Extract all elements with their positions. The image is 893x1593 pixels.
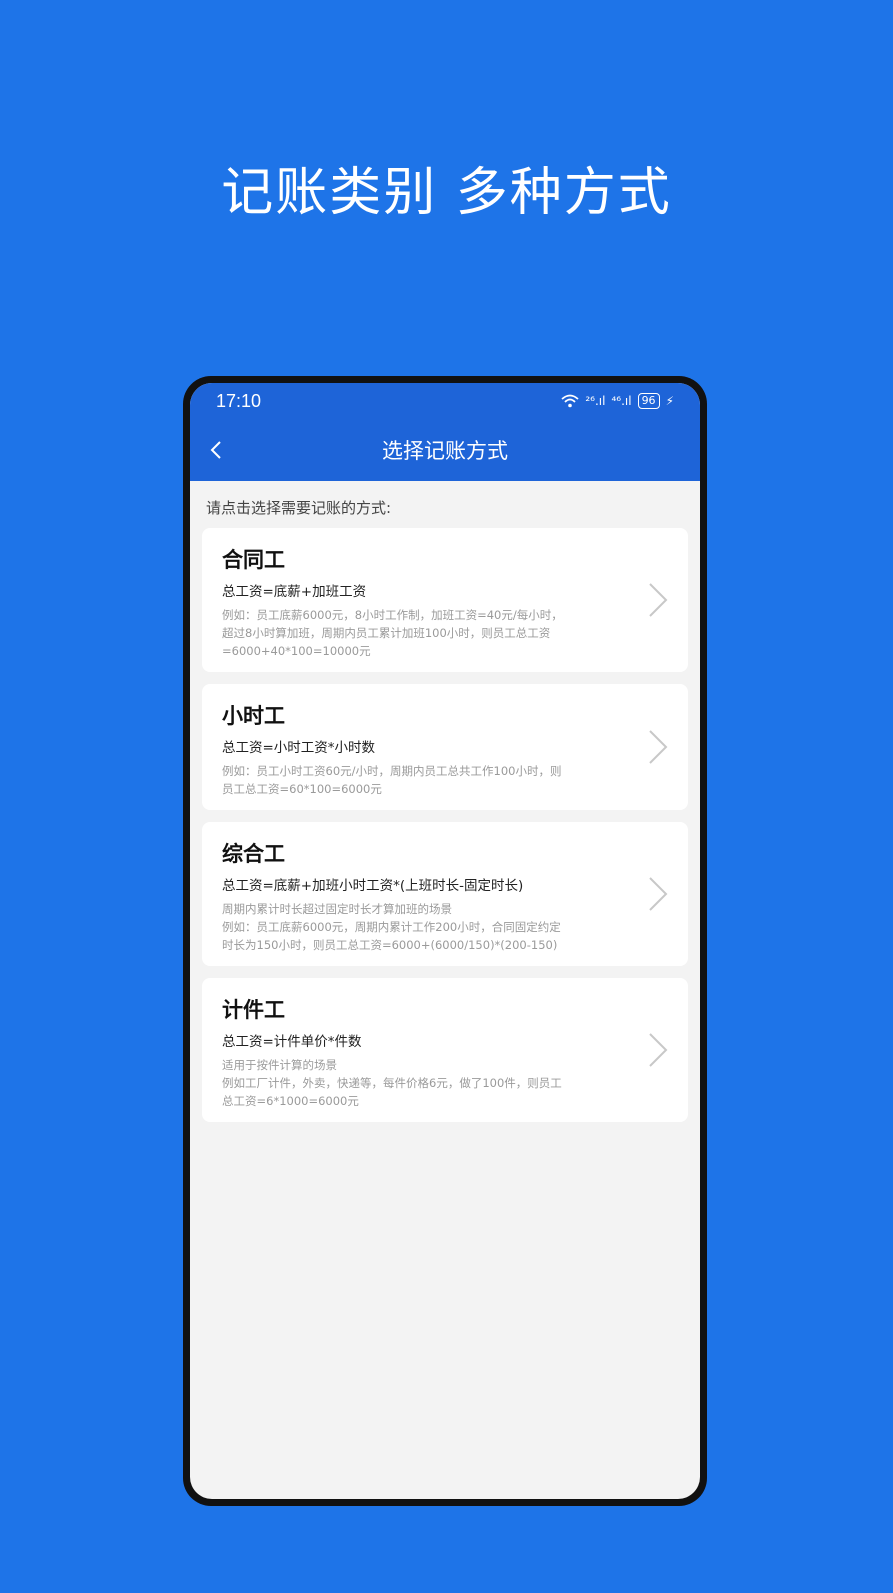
phone-screen: 17:10 ²⁶.ıl ⁴⁶.ıl 96 ⚡ 选择记账方式 请点击选择需要记账的… [190, 383, 700, 1499]
card-description: 适用于按件计算的场景 例如工厂计件，外卖，快递等，每件价格6元，做了100件，则… [222, 1056, 628, 1110]
phone-frame: 17:10 ²⁶.ıl ⁴⁶.ıl 96 ⚡ 选择记账方式 请点击选择需要记账的… [183, 376, 707, 1506]
option-card-piecework[interactable]: 计件工 总工资=计件单价*件数 适用于按件计算的场景 例如工厂计件，外卖，快递等… [202, 978, 688, 1122]
card-name: 合同工 [222, 548, 285, 572]
chevron-right-icon [649, 877, 668, 911]
back-arrow-icon[interactable] [206, 439, 228, 461]
option-card-hourly[interactable]: 小时工 总工资=小时工资*小时数 例如：员工小时工资60元/小时，周期内员工总共… [202, 684, 688, 810]
card-description: 例如：员工底薪6000元，8小时工作制，加班工资=40元/每小时， 超过8小时算… [222, 606, 628, 660]
option-card-contract[interactable]: 合同工 总工资=底薪+加班工资 例如：员工底薪6000元，8小时工作制，加班工资… [202, 528, 688, 672]
desc-line: 例如：员工小时工资60元/小时，周期内员工总共工作100小时，则 [222, 764, 562, 778]
chevron-right-icon [649, 583, 668, 617]
desc-line: 员工总工资=60*100=6000元 [222, 782, 382, 796]
option-card-comprehensive[interactable]: 综合工 总工资=底薪+加班小时工资*(上班时长-固定时长) 周期内累计时长超过固… [202, 822, 688, 966]
desc-line: 周期内累计时长超过固定时长才算加班的场景 [222, 902, 452, 916]
card-formula: 总工资=底薪+加班工资 [222, 584, 367, 600]
status-bar: 17:10 ²⁶.ıl ⁴⁶.ıl 96 ⚡ [190, 383, 700, 419]
signal-2-icon: ⁴⁶.ıl [611, 394, 632, 408]
battery-icon: 96 [637, 393, 660, 409]
desc-line: 例如工厂计件，外卖，快递等，每件价格6元，做了100件，则员工 [222, 1076, 562, 1090]
card-formula: 总工资=底薪+加班小时工资*(上班时长-固定时长) [222, 878, 524, 894]
card-name: 计件工 [222, 998, 285, 1022]
card-formula: 总工资=计件单价*件数 [222, 1034, 362, 1050]
promo-headline: 记账类别 多种方式 [221, 163, 672, 223]
desc-line: 超过8小时算加班，周期内员工累计加班100小时，则员工总工资 [222, 626, 551, 640]
card-name: 小时工 [222, 704, 285, 728]
desc-line: 例如：员工底薪6000元，周期内累计工作200小时，合同固定约定 [222, 920, 561, 934]
signal-1-icon: ²⁶.ıl [585, 394, 606, 408]
desc-line: =6000+40*100=10000元 [222, 644, 371, 658]
desc-line: 例如：员工底薪6000元，8小时工作制，加班工资=40元/每小时， [222, 608, 563, 622]
wifi-icon [561, 394, 579, 408]
desc-line: 总工资=6*1000=6000元 [222, 1094, 359, 1108]
chevron-right-icon [649, 730, 668, 764]
card-name: 综合工 [222, 842, 285, 866]
desc-line: 适用于按件计算的场景 [222, 1058, 337, 1072]
title-bar: 选择记账方式 [190, 419, 700, 481]
chevron-right-icon [649, 1033, 668, 1067]
charging-icon: ⚡ [665, 394, 674, 408]
status-icons: ²⁶.ıl ⁴⁶.ıl 96 ⚡ [561, 393, 674, 409]
app-bar: 17:10 ²⁶.ıl ⁴⁶.ıl 96 ⚡ 选择记账方式 [190, 383, 700, 481]
page-title: 选择记账方式 [382, 439, 508, 463]
desc-line: 时长为150小时，则员工总工资=6000+(6000/150)*(200-150… [222, 938, 558, 952]
status-time: 17:10 [216, 390, 262, 411]
card-description: 例如：员工小时工资60元/小时，周期内员工总共工作100小时，则 员工总工资=6… [222, 762, 628, 798]
card-formula: 总工资=小时工资*小时数 [222, 740, 376, 756]
instruction-text: 请点击选择需要记账的方式: [206, 499, 392, 517]
card-description: 周期内累计时长超过固定时长才算加班的场景 例如：员工底薪6000元，周期内累计工… [222, 900, 628, 954]
